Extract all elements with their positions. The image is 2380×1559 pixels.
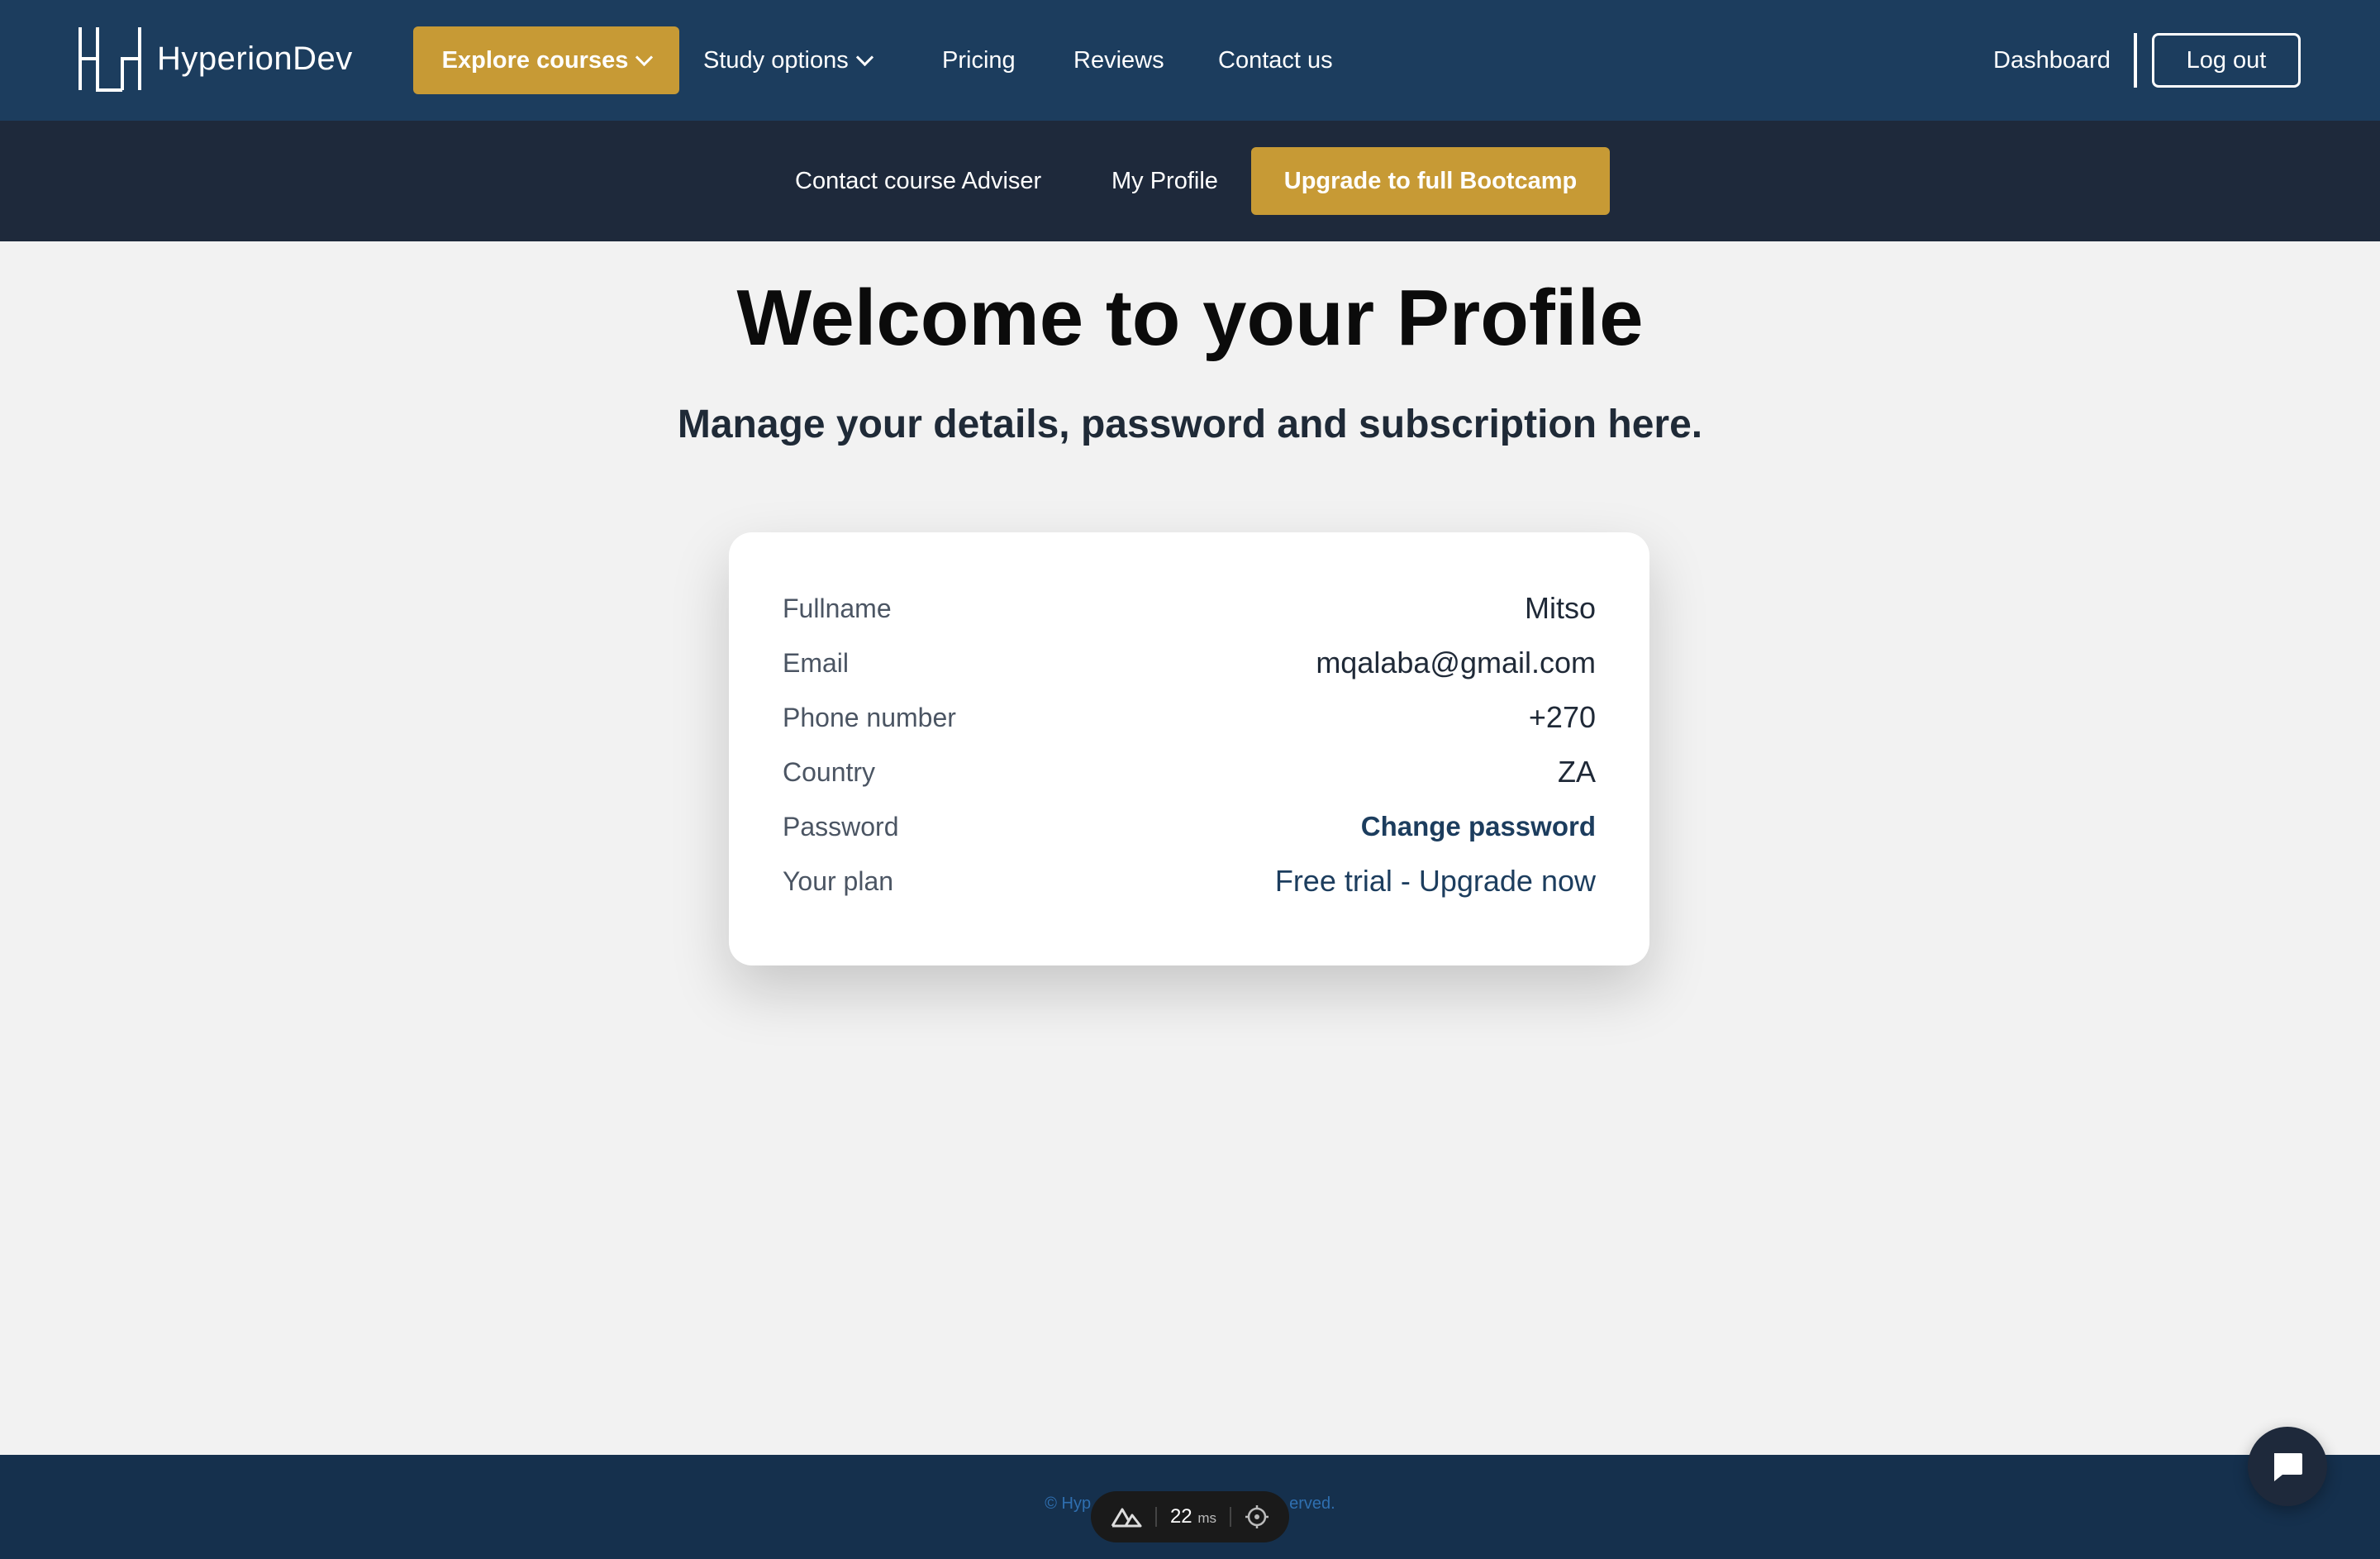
email-value: mqalaba@gmail.com: [1316, 646, 1596, 679]
upgrade-plan-link[interactable]: Free trial - Upgrade now: [1275, 864, 1596, 899]
fullname-value: Mitso: [1524, 591, 1596, 625]
email-label: Email: [783, 647, 850, 678]
phone-label: Phone number: [783, 702, 956, 732]
nav-divider: [2134, 33, 2137, 88]
nav-study-options[interactable]: Study options: [703, 26, 873, 94]
nav-pricing[interactable]: Pricing: [942, 26, 1016, 94]
render-time: 22 ms: [1170, 1505, 1216, 1528]
chat-launcher-button[interactable]: [2248, 1427, 2327, 1506]
profile-row-phone: Phone number +270: [783, 690, 1596, 745]
explore-courses-button[interactable]: Explore courses: [413, 26, 679, 94]
profile-card: Fullname Mitso Email mqalaba@gmail.com P…: [729, 532, 1649, 965]
change-password-link[interactable]: Change password: [1361, 811, 1596, 842]
study-options-label: Study options: [703, 46, 849, 74]
page-title: Welcome to your Profile: [736, 274, 1644, 362]
upgrade-bootcamp-label: Upgrade to full Bootcamp: [1283, 167, 1578, 194]
country-value: ZA: [1557, 755, 1596, 789]
page-subtitle: Manage your details, password and subscr…: [677, 403, 1703, 446]
render-time-value: 22: [1169, 1505, 1192, 1528]
profile-row-email: Email mqalaba@gmail.com: [783, 636, 1596, 690]
explore-courses-label: Explore courses: [441, 46, 629, 74]
brand-logo[interactable]: HyperionDev: [78, 25, 353, 93]
chevron-down-icon: [635, 48, 654, 66]
upgrade-bootcamp-button[interactable]: Upgrade to full Bootcamp: [1251, 147, 1610, 215]
nuxt-icon[interactable]: [1111, 1506, 1142, 1528]
contact-adviser-link[interactable]: Contact course Adviser: [795, 147, 1041, 215]
nav-contact-us[interactable]: Contact us: [1218, 26, 1333, 94]
contact-us-label: Contact us: [1218, 46, 1333, 74]
my-profile-label: My Profile: [1111, 167, 1218, 194]
logout-button[interactable]: Log out: [2152, 33, 2301, 88]
my-profile-link[interactable]: My Profile: [1111, 147, 1218, 215]
hyperiondev-logo-icon: [79, 27, 141, 92]
dashboard-label: Dashboard: [1993, 46, 2111, 74]
crosshair-icon[interactable]: [1245, 1504, 1269, 1529]
reviews-label: Reviews: [1073, 46, 1164, 74]
nav-reviews[interactable]: Reviews: [1073, 26, 1164, 94]
brand-name: HyperionDev: [157, 40, 353, 77]
render-time-unit: ms: [1197, 1510, 1216, 1526]
contact-adviser-label: Contact course Adviser: [795, 167, 1042, 194]
profile-subnav: Contact course Adviser My Profile Upgrad…: [0, 121, 2380, 241]
fullname-label: Fullname: [783, 593, 892, 623]
profile-row-country: Country ZA: [783, 745, 1596, 799]
copyright-left: © Hyp: [1045, 1495, 1092, 1513]
phone-value: +270: [1528, 700, 1596, 734]
devtools-bar[interactable]: 22 ms: [1091, 1491, 1289, 1542]
logout-label: Log out: [2186, 46, 2267, 74]
password-label: Password: [783, 811, 899, 841]
copyright-right: erved.: [1289, 1495, 1335, 1513]
profile-row-plan: Your plan Free trial - Upgrade now: [783, 854, 1596, 908]
devtools-separator: [1154, 1507, 1157, 1527]
plan-label: Your plan: [783, 865, 894, 896]
nav-dashboard[interactable]: Dashboard: [1993, 26, 2111, 94]
profile-row-fullname: Fullname Mitso: [783, 581, 1596, 636]
pricing-label: Pricing: [942, 46, 1016, 74]
chevron-down-icon: [855, 48, 873, 66]
profile-row-password: Password Change password: [783, 799, 1596, 854]
top-navbar: HyperionDev Explore courses Study option…: [0, 0, 2380, 121]
devtools-separator: [1229, 1507, 1231, 1527]
country-label: Country: [783, 756, 876, 787]
chat-icon: [2274, 1453, 2302, 1481]
